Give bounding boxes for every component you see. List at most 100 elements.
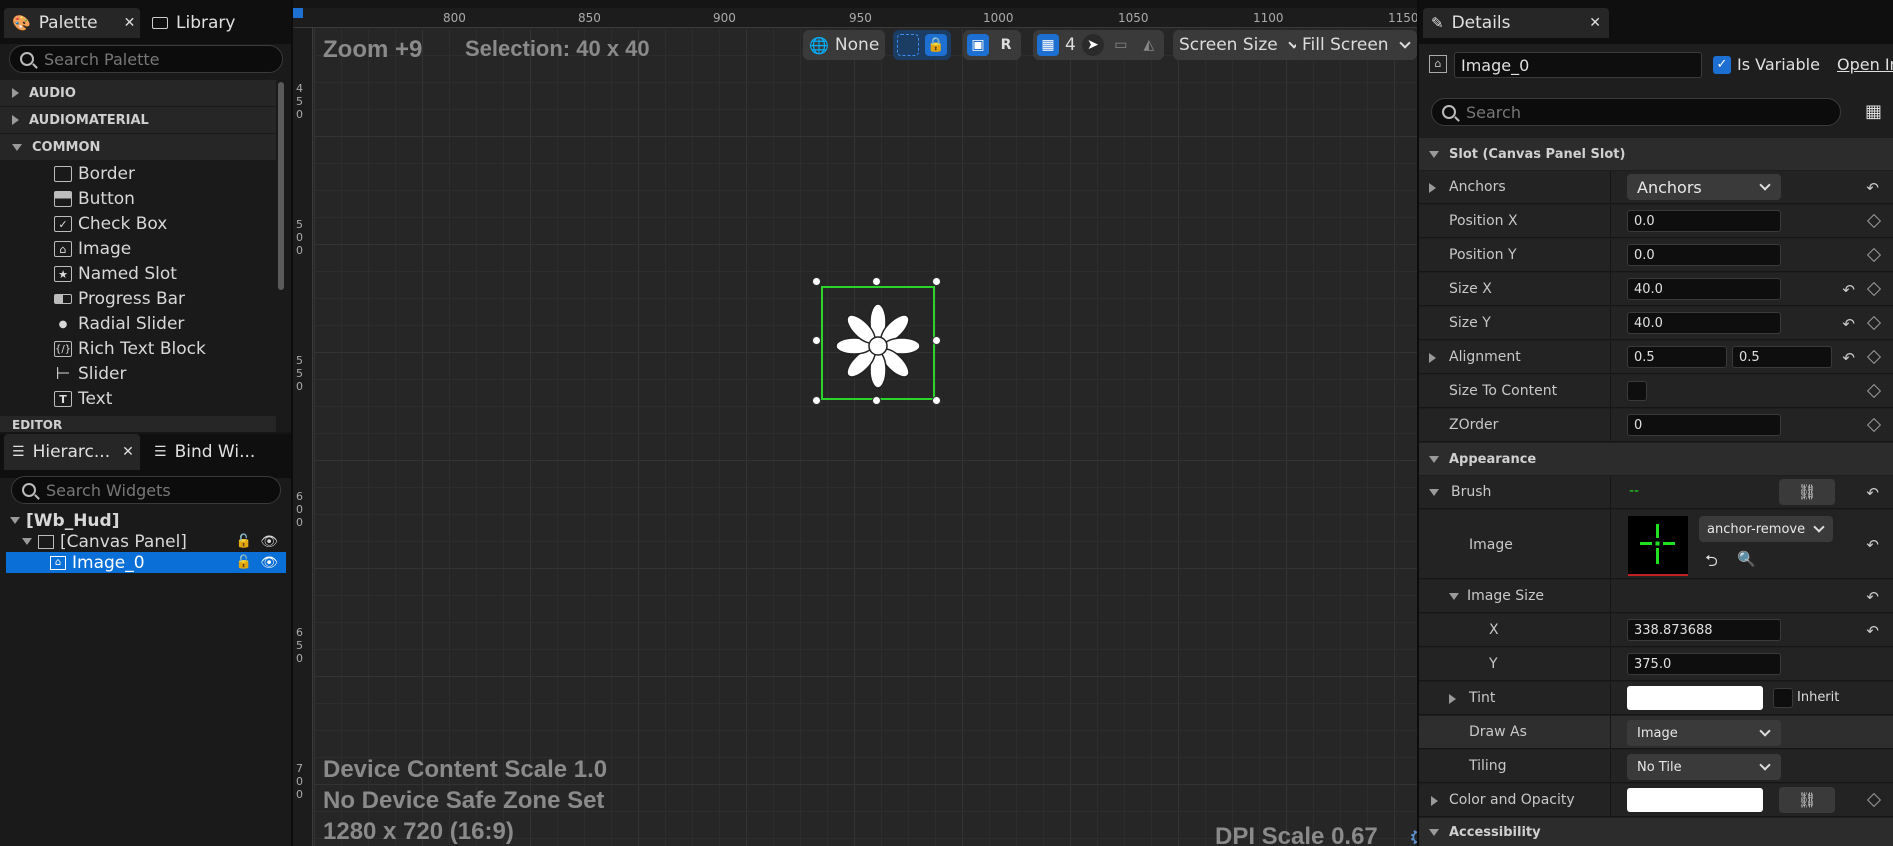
resize-handle-left[interactable] bbox=[812, 336, 821, 345]
position-y-input[interactable]: 0.0 bbox=[1627, 244, 1781, 266]
fill-screen-dropdown[interactable]: Fill Screen bbox=[1296, 30, 1417, 60]
color-options-button[interactable]: ⛓ bbox=[1779, 787, 1835, 813]
tab-library[interactable]: Library bbox=[144, 8, 284, 38]
keyframe-diamond-icon[interactable] bbox=[1866, 247, 1882, 263]
widget-name-input[interactable]: Image_0 bbox=[1454, 52, 1702, 78]
collapse-arrow-icon[interactable] bbox=[1429, 489, 1439, 496]
draw-as-dropdown[interactable]: Image bbox=[1627, 720, 1781, 746]
position-x-input[interactable]: 0.0 bbox=[1627, 210, 1781, 232]
keyframe-diamond-icon[interactable] bbox=[1866, 213, 1882, 229]
gear-icon[interactable]: ⚙ bbox=[1409, 826, 1417, 846]
anchors-dropdown[interactable]: Anchors bbox=[1627, 174, 1781, 200]
resize-handle-top[interactable] bbox=[872, 277, 881, 286]
resize-handle-bottom-right[interactable] bbox=[932, 396, 941, 405]
open-in-link[interactable]: Open In bbox=[1837, 55, 1893, 74]
zorder-input[interactable]: 0 bbox=[1627, 414, 1781, 436]
widgets-search-input[interactable]: Search Widgets bbox=[11, 476, 281, 504]
tab-details[interactable]: ✎ Details ✕ bbox=[1423, 8, 1609, 38]
cursor-icon[interactable]: ➤ bbox=[1081, 34, 1104, 56]
palette-item-rich-text[interactable]: {/} Rich Text Block bbox=[54, 337, 206, 361]
r-toggle[interactable]: R bbox=[995, 34, 1017, 56]
reset-icon[interactable]: ↶ bbox=[1866, 536, 1879, 554]
expand-arrow-icon[interactable] bbox=[1449, 694, 1456, 704]
designer-viewport[interactable]: 800 850 900 950 1000 1050 1100 1150 450 … bbox=[293, 8, 1417, 846]
eye-icon[interactable]: 👁 bbox=[260, 555, 278, 571]
keyframe-diamond-icon[interactable] bbox=[1866, 281, 1882, 297]
use-selected-asset-icon[interactable]: ⮌ bbox=[1705, 550, 1718, 577]
close-icon[interactable]: ✕ bbox=[122, 444, 134, 460]
is-variable-checkbox[interactable]: ✓ bbox=[1713, 56, 1731, 74]
section-slot[interactable]: Slot (Canvas Panel Slot) bbox=[1419, 138, 1893, 170]
keyframe-diamond-icon[interactable] bbox=[1866, 349, 1882, 365]
size-to-content-checkbox[interactable] bbox=[1627, 381, 1647, 401]
lock-icon[interactable]: 🔒 bbox=[925, 34, 947, 56]
palette-item-radial-slider[interactable]: ● Radial Slider bbox=[54, 312, 185, 336]
tree-node-image-0[interactable]: ⌂ Image_0 🔓 👁 bbox=[6, 552, 286, 573]
reset-icon[interactable]: ↶ bbox=[1866, 484, 1879, 502]
dotted-box-icon[interactable] bbox=[897, 34, 919, 56]
keyframe-diamond-icon[interactable] bbox=[1866, 417, 1882, 433]
unlock-icon[interactable]: 🔓 bbox=[236, 534, 252, 549]
palette-item-image[interactable]: ⌂ Image bbox=[54, 237, 131, 261]
details-search-input[interactable]: Search bbox=[1431, 98, 1841, 126]
expand-arrow-icon[interactable] bbox=[1431, 796, 1438, 806]
tab-palette[interactable]: 🎨 Palette ✕ bbox=[4, 8, 140, 38]
image-mode-icon[interactable]: ▭ bbox=[1110, 34, 1132, 56]
section-appearance[interactable]: Appearance bbox=[1419, 443, 1893, 475]
close-icon[interactable]: ✕ bbox=[124, 15, 136, 31]
palette-item-slider[interactable]: ⊢ Slider bbox=[54, 362, 127, 386]
close-icon[interactable]: ✕ bbox=[1589, 15, 1601, 31]
image-size-x-input[interactable]: 338.873688 bbox=[1627, 619, 1781, 641]
reset-icon[interactable]: ↶ bbox=[1866, 179, 1879, 197]
tab-hierarchy[interactable]: ☰ Hierarc... ✕ bbox=[4, 434, 140, 470]
reset-icon[interactable]: ↶ bbox=[1842, 315, 1855, 333]
reset-icon[interactable]: ↶ bbox=[1842, 349, 1855, 367]
tint-color-swatch[interactable] bbox=[1627, 686, 1763, 710]
brush-options-button[interactable]: ⛓ bbox=[1779, 479, 1835, 505]
palette-item-checkbox[interactable]: ✓ Check Box bbox=[54, 212, 167, 236]
tiling-dropdown[interactable]: No Tile bbox=[1627, 754, 1781, 780]
eye-icon[interactable]: 👁 bbox=[260, 534, 278, 550]
unlock-icon[interactable]: 🔓 bbox=[236, 555, 252, 570]
keyframe-diamond-icon[interactable] bbox=[1866, 792, 1882, 808]
palette-item-border[interactable]: Border bbox=[54, 162, 135, 186]
category-common[interactable]: COMMON bbox=[0, 134, 276, 160]
palette-item-text[interactable]: T Text bbox=[54, 387, 112, 411]
snap-toggle-group[interactable]: 🔒 bbox=[893, 30, 951, 60]
flip-icon[interactable]: ◭ bbox=[1138, 34, 1160, 56]
reset-icon[interactable]: ↶ bbox=[1866, 588, 1879, 606]
grid-snap-group[interactable]: ▦ 4 ➤ ▭ ◭ bbox=[1033, 30, 1164, 60]
palette-search-input[interactable]: Search Palette bbox=[9, 45, 283, 73]
collapse-arrow-icon[interactable] bbox=[1449, 593, 1459, 600]
size-y-input[interactable]: 40.0 bbox=[1627, 312, 1781, 334]
category-audiomaterial[interactable]: AUDIOMATERIAL bbox=[0, 107, 276, 133]
table-view-icon[interactable]: ▦ bbox=[1865, 101, 1882, 122]
keyframe-diamond-icon[interactable] bbox=[1866, 315, 1882, 331]
layout-icon[interactable]: ▣ bbox=[967, 34, 989, 56]
tree-node-wb-hud[interactable]: [Wb_Hud] bbox=[6, 510, 286, 531]
resize-handle-bottom[interactable] bbox=[872, 396, 881, 405]
reset-icon[interactable]: ↶ bbox=[1842, 281, 1855, 299]
resize-handle-top-right[interactable] bbox=[932, 277, 941, 286]
category-editor[interactable]: EDITOR bbox=[0, 416, 276, 432]
brush-image-thumbnail[interactable] bbox=[1628, 516, 1688, 576]
section-accessibility[interactable]: Accessibility bbox=[1419, 818, 1893, 846]
browse-asset-icon[interactable]: 🔍 bbox=[1737, 550, 1756, 568]
expand-arrow-icon[interactable] bbox=[1429, 183, 1436, 193]
tab-bind-widgets[interactable]: ☰ Bind Wi... bbox=[146, 434, 286, 470]
resize-handle-right[interactable] bbox=[932, 336, 941, 345]
resize-handle-bottom-left[interactable] bbox=[812, 396, 821, 405]
image-size-y-input[interactable]: 375.0 bbox=[1627, 653, 1781, 675]
reset-icon[interactable]: ↶ bbox=[1866, 622, 1879, 640]
screen-size-dropdown[interactable]: Screen Size bbox=[1173, 30, 1306, 60]
palette-item-named-slot[interactable]: ★ Named Slot bbox=[54, 262, 177, 286]
alignment-y-input[interactable]: 0.5 bbox=[1732, 346, 1832, 368]
palette-item-progress-bar[interactable]: Progress Bar bbox=[54, 287, 185, 311]
keyframe-diamond-icon[interactable] bbox=[1866, 383, 1882, 399]
palette-scrollbar[interactable] bbox=[278, 82, 284, 290]
resize-handle-top-left[interactable] bbox=[812, 277, 821, 286]
grid-icon[interactable]: ▦ bbox=[1037, 34, 1059, 56]
size-x-input[interactable]: 40.0 bbox=[1627, 278, 1781, 300]
selected-widget-image-0[interactable] bbox=[821, 286, 935, 400]
palette-item-button[interactable]: Button bbox=[54, 187, 135, 211]
